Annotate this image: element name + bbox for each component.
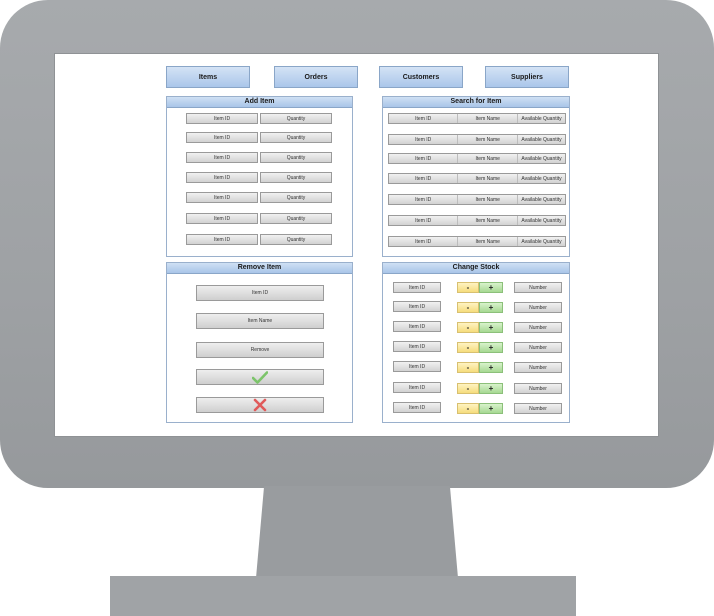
available-quantity-cell: Available Quantity [517,154,565,163]
add-item-id-field[interactable]: Item ID [186,172,258,183]
search-result-row[interactable]: Item ID Item Name Available Quantity [388,194,566,205]
search-result-row[interactable]: Item ID Item Name Available Quantity [388,173,566,184]
remove-item-title: Remove Item [167,263,352,274]
stock-item-id-field[interactable]: Item ID [393,382,441,393]
add-item-id-field[interactable]: Item ID [186,192,258,203]
stock-number-field[interactable]: Number [514,362,562,373]
item-name-cell: Item Name [457,216,517,225]
x-icon [253,398,267,412]
checkmark-icon [252,370,268,384]
stock-item-id-field[interactable]: Item ID [393,282,441,293]
stock-number-field[interactable]: Number [514,383,562,394]
remove-button[interactable]: Remove [196,342,324,358]
increment-button[interactable]: + [479,322,503,333]
decrement-button[interactable]: - [457,302,479,313]
add-item-id-field[interactable]: Item ID [186,152,258,163]
decrement-button[interactable]: - [457,282,479,293]
monitor-stand [110,576,576,616]
stock-number-field[interactable]: Number [514,302,562,313]
add-item-id-field[interactable]: Item ID [186,132,258,143]
item-name-cell: Item Name [457,114,517,123]
monitor-neck [256,486,458,578]
available-quantity-cell: Available Quantity [517,237,565,246]
add-item-quantity-field[interactable]: Quantity [260,234,332,245]
item-name-cell: Item Name [457,135,517,144]
item-name-cell: Item Name [457,174,517,183]
decrement-button[interactable]: - [457,362,479,373]
remove-item-panel: Remove Item Item ID Item Name Remove [166,262,353,423]
add-item-id-field[interactable]: Item ID [186,113,258,124]
stock-number-field[interactable]: Number [514,282,562,293]
change-stock-panel: Change Stock Item ID - + Number Item ID … [382,262,570,423]
add-item-quantity-field[interactable]: Quantity [260,192,332,203]
available-quantity-cell: Available Quantity [517,135,565,144]
stock-item-id-field[interactable]: Item ID [393,301,441,312]
increment-button[interactable]: + [479,302,503,313]
item-name-cell: Item Name [457,154,517,163]
search-result-row[interactable]: Item ID Item Name Available Quantity [388,113,566,124]
stock-item-id-field[interactable]: Item ID [393,341,441,352]
add-item-quantity-field[interactable]: Quantity [260,172,332,183]
tab-suppliers[interactable]: Suppliers [485,66,569,88]
add-item-quantity-field[interactable]: Quantity [260,213,332,224]
add-item-id-field[interactable]: Item ID [186,213,258,224]
search-result-row[interactable]: Item ID Item Name Available Quantity [388,153,566,164]
stock-item-id-field[interactable]: Item ID [393,361,441,372]
confirm-button[interactable] [196,369,324,385]
item-id-cell: Item ID [415,217,432,224]
available-quantity-cell: Available Quantity [517,195,565,204]
tab-items[interactable]: Items [166,66,250,88]
item-id-cell: Item ID [415,238,432,245]
item-id-cell: Item ID [415,155,432,162]
stock-item-id-field[interactable]: Item ID [393,402,441,413]
item-name-cell: Item Name [457,195,517,204]
stock-number-field[interactable]: Number [514,342,562,353]
stock-number-field[interactable]: Number [514,322,562,333]
add-item-title: Add Item [167,97,352,108]
screen: Items Orders Customers Suppliers Add Ite… [54,53,659,437]
stock-number-field[interactable]: Number [514,403,562,414]
decrement-button[interactable]: - [457,403,479,414]
search-result-row[interactable]: Item ID Item Name Available Quantity [388,215,566,226]
decrement-button[interactable]: - [457,383,479,394]
stock-item-id-field[interactable]: Item ID [393,321,441,332]
decrement-button[interactable]: - [457,322,479,333]
add-item-quantity-field[interactable]: Quantity [260,152,332,163]
remove-item-id-field[interactable]: Item ID [196,285,324,301]
search-item-panel: Search for Item Item ID Item Name Availa… [382,96,570,257]
add-item-id-field[interactable]: Item ID [186,234,258,245]
item-name-cell: Item Name [457,237,517,246]
change-stock-title: Change Stock [383,263,569,274]
available-quantity-cell: Available Quantity [517,114,565,123]
item-id-cell: Item ID [415,136,432,143]
add-item-panel: Add Item Item ID Quantity Item ID Quanti… [166,96,353,257]
available-quantity-cell: Available Quantity [517,216,565,225]
add-item-quantity-field[interactable]: Quantity [260,132,332,143]
item-id-cell: Item ID [415,175,432,182]
tab-customers[interactable]: Customers [379,66,463,88]
increment-button[interactable]: + [479,383,503,394]
increment-button[interactable]: + [479,403,503,414]
search-result-row[interactable]: Item ID Item Name Available Quantity [388,236,566,247]
cancel-button[interactable] [196,397,324,413]
search-item-title: Search for Item [383,97,569,108]
add-item-quantity-field[interactable]: Quantity [260,113,332,124]
available-quantity-cell: Available Quantity [517,174,565,183]
decrement-button[interactable]: - [457,342,479,353]
remove-item-name-field[interactable]: Item Name [196,313,324,329]
item-id-cell: Item ID [415,196,432,203]
increment-button[interactable]: + [479,342,503,353]
search-result-row[interactable]: Item ID Item Name Available Quantity [388,134,566,145]
increment-button[interactable]: + [479,362,503,373]
item-id-cell: Item ID [415,115,432,122]
tab-orders[interactable]: Orders [274,66,358,88]
increment-button[interactable]: + [479,282,503,293]
